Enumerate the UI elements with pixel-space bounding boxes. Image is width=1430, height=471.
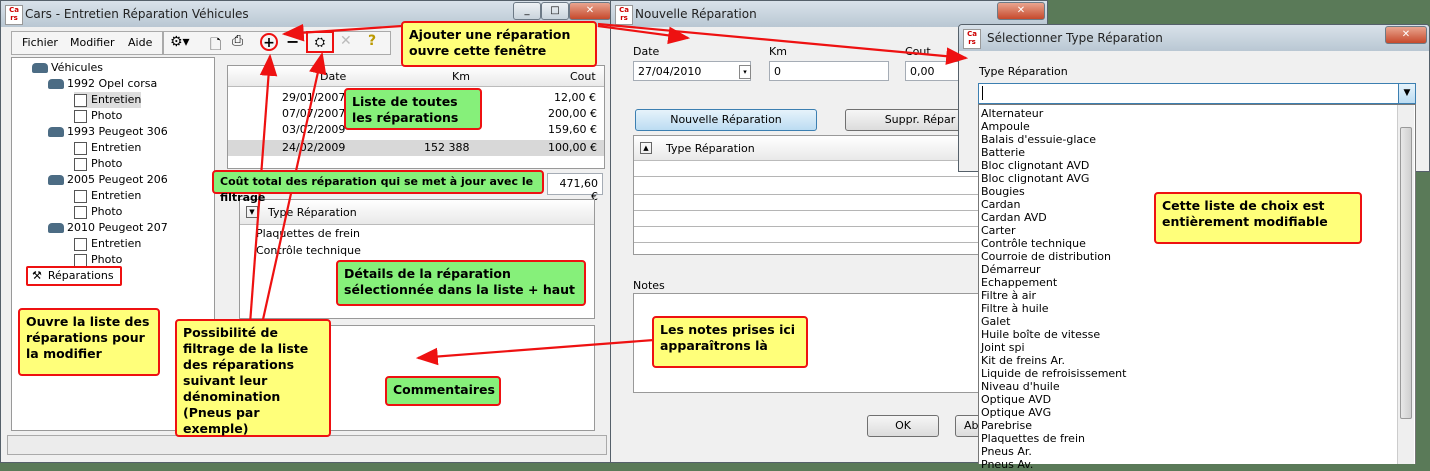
callout-total-cost: Coût total des réparation qui se met à j…: [212, 170, 544, 204]
callout-add-repair: Ajouter une réparation ouvre cette fenêt…: [401, 21, 597, 67]
arrow: [597, 22, 969, 65]
callout-notes: Les notes prises ici apparaîtrons là: [652, 316, 808, 368]
callout-details: Détails de la réparation sélectionnée da…: [336, 260, 586, 306]
arrow: [415, 338, 655, 366]
callout-open-list: Ouvre la liste des réparations pour la m…: [18, 308, 160, 376]
callout-comments: Commentaires: [385, 376, 501, 406]
callout-filter: Possibilité de filtrage de la liste des …: [175, 319, 331, 437]
arrow: [281, 23, 403, 42]
callout-all-repairs: Liste de toutes les réparations: [344, 88, 482, 130]
callout-choice-list: Cette liste de choix est entièrement mod…: [1154, 192, 1362, 244]
